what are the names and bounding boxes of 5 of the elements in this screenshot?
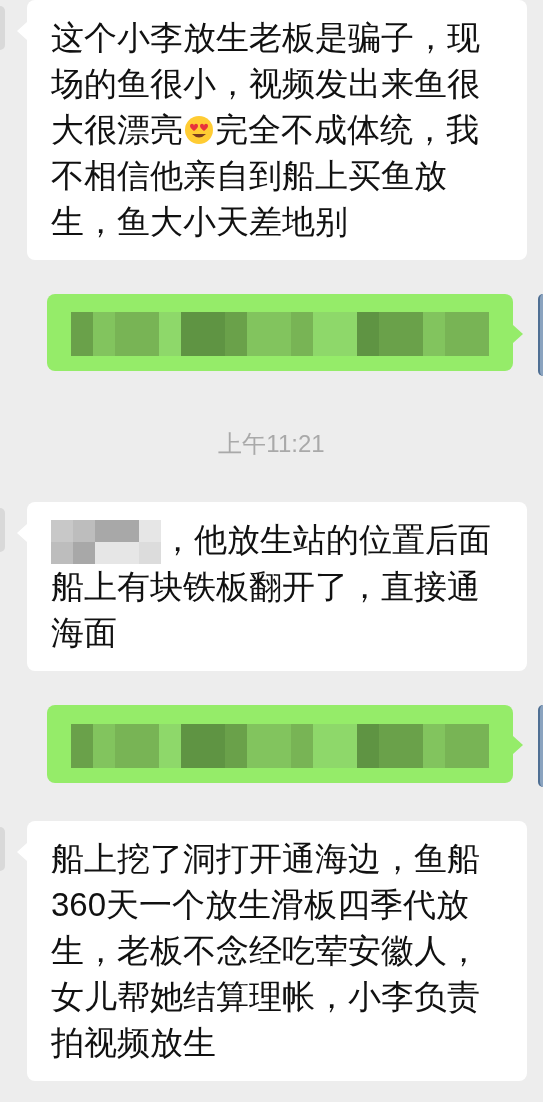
message-text: ，他放生站的位置后面船上有块铁板翻开了，直接通海面 [51,519,492,654]
message-text: 这个小李放生老板是骗子，现场的鱼很小，视频发出来鱼很大很漂亮 完全不成体统，我不相信他亲自到船上买鱼放生，鱼大小天差地别 [51,18,481,242]
heart-eyes-emoji-icon [184,115,214,145]
message-text: 船上挖了洞打开通海边，鱼船360天一个放生滑板四季代放生，老板不念经吃荤安徽人，女儿帮她结算理帐，小李负责拍视频放生 [51,839,481,1064]
timestamp: 上午11:21 [218,429,325,459]
